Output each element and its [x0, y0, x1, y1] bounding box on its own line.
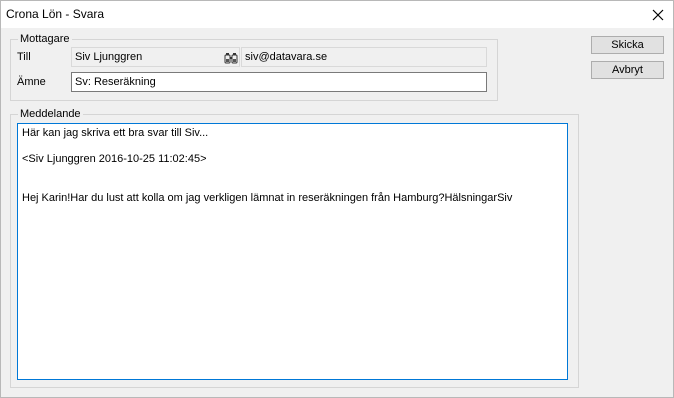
- subject-input[interactable]: Sv: Reseräkning: [71, 72, 487, 92]
- reply-dialog: Crona Lön - Svara Mottagare Till Siv Lju…: [0, 0, 674, 398]
- message-textarea[interactable]: Här kan jag skriva ett bra svar till Siv…: [17, 123, 568, 380]
- message-line: [22, 179, 563, 192]
- recipients-legend: Mottagare: [20, 33, 70, 45]
- window-title: Crona Lön - Svara: [6, 7, 105, 21]
- send-button[interactable]: Skicka: [591, 36, 664, 54]
- message-line: <Siv Ljunggren 2016-10-25 11:02:45>: [22, 153, 207, 165]
- cancel-button[interactable]: Avbryt: [591, 61, 664, 79]
- message-line: [22, 166, 563, 179]
- message-line: Hej Karin!Har du lust att kolla om jag v…: [22, 192, 513, 204]
- message-legend: Meddelande: [20, 108, 81, 120]
- address-book-button[interactable]: [223, 51, 239, 65]
- subject-label: Ämne: [17, 76, 46, 88]
- binoculars-icon: [224, 53, 238, 64]
- to-email-field[interactable]: siv@datavara.se: [241, 47, 487, 67]
- close-icon: [652, 9, 664, 20]
- message-line: [22, 140, 563, 153]
- message-line: Här kan jag skriva ett bra svar till Siv…: [22, 127, 209, 139]
- title-bar: Crona Lön - Svara: [1, 1, 673, 28]
- to-label: Till: [17, 51, 31, 63]
- close-button[interactable]: [643, 1, 673, 28]
- to-name-field[interactable]: Siv Ljunggren: [71, 47, 240, 67]
